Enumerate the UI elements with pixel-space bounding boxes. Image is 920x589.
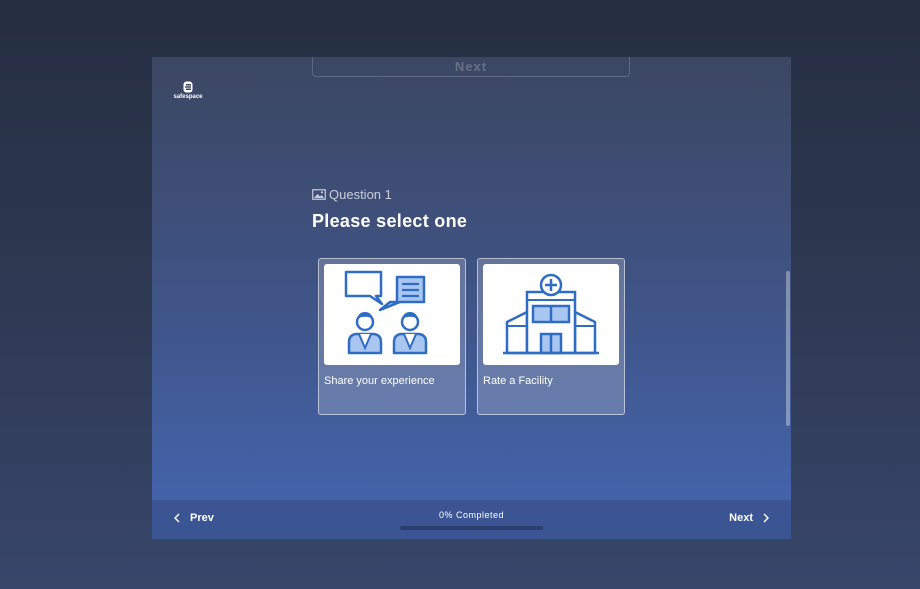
safespace-logo-icon [183,81,193,93]
next-label: Next [729,512,753,524]
next-button[interactable]: Next [729,512,769,524]
people-chat-icon [344,270,428,355]
footer-bar: Prev 0% Completed Next [152,500,791,539]
option-label: Rate a Facility [483,375,553,387]
hospital-building-icon [503,273,599,355]
option-image [483,264,619,365]
option-rate-facility[interactable]: Rate a Facility [477,258,625,415]
option-share-experience[interactable]: Share your experience [318,258,466,415]
progress-text: 0% Completed [438,510,505,520]
image-icon [312,189,326,200]
scrollbar-thumb[interactable] [786,271,790,426]
question-title: Please select one [312,211,468,231]
option-image [324,264,460,365]
question-number: Question 1 [329,187,392,202]
safespace-logo: safespace [172,81,204,100]
option-label: Share your experience [324,375,435,387]
question-label: Question 1 [312,187,392,202]
survey-frame: Next safespace Question 1 Please select … [152,57,791,539]
logo-text: safespace [173,94,203,100]
chevron-right-icon [763,513,769,523]
ghost-next-button[interactable]: Next [312,57,630,77]
progress-bar [400,526,543,530]
